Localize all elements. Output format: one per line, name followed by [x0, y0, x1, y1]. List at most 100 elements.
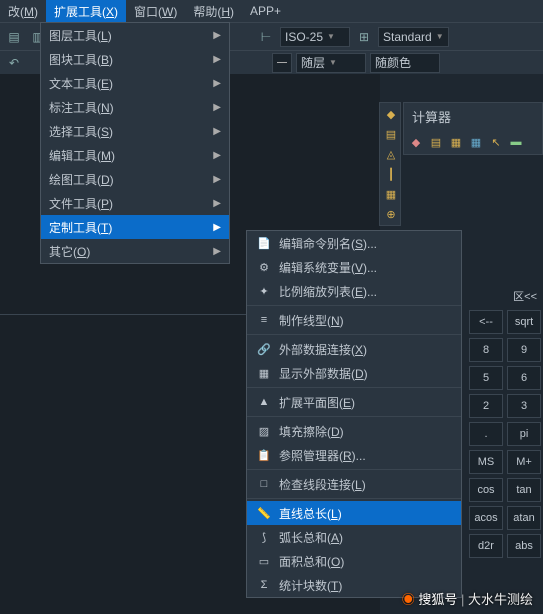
submenu-item-制作线型[interactable]: ≡制作线型(N) [247, 308, 461, 332]
submenu-item-填充擦除[interactable]: ▨填充擦除(D) [247, 419, 461, 443]
calc-btn-2[interactable]: 2 [469, 394, 503, 418]
submenu-item-编辑命令别名[interactable]: 📄编辑命令别名(S)... [247, 231, 461, 255]
menu-帮助[interactable]: 帮助(H) [185, 0, 242, 23]
submenu-item-外部数据连接[interactable]: 🔗外部数据连接(X) [247, 337, 461, 361]
menu-icon: ▭ [255, 553, 273, 569]
calculator-panel: 计算器 ◆▤▦▦↖▬ [403, 102, 543, 155]
calculator-grid: <-- sqrt 895623.piMSM+costanacosatand2ra… [465, 306, 543, 562]
extend-tools-menu: 图层工具(L)▶图块工具(B)▶文本工具(E)▶标注工具(N)▶选择工具(S)▶… [40, 22, 230, 264]
vertical-toolbar: ◆ ▤ ◬ ┃ ▦ ⊕ [379, 102, 401, 226]
vtool-btn-3[interactable]: ┃ [382, 165, 400, 183]
submenu-item-参照管理器[interactable]: 📋参照管理器(R)... [247, 443, 461, 467]
menu-icon: ≡ [255, 312, 273, 328]
menu-icon: ✦ [255, 283, 273, 299]
calc-btn-8[interactable]: 8 [469, 338, 503, 362]
menu-item-定制工具[interactable]: 定制工具(T)▶ [41, 215, 229, 239]
calc-btn-.[interactable]: . [469, 422, 503, 446]
vtool-btn-4[interactable]: ▦ [382, 185, 400, 203]
menu-item-图块工具[interactable]: 图块工具(B)▶ [41, 47, 229, 71]
calc-btn-acos[interactable]: acos [469, 506, 503, 530]
menu-icon: 📏 [255, 505, 273, 521]
menu-窗口[interactable]: 窗口(W) [126, 0, 185, 23]
calc-btn-pi[interactable]: pi [507, 422, 541, 446]
menu-icon: □ [255, 476, 273, 492]
menu-item-文件工具[interactable]: 文件工具(P)▶ [41, 191, 229, 215]
panel-icon-4[interactable]: ↖ [488, 134, 504, 150]
watermark: ◉ 搜狐号 | 大水牛测绘 [402, 589, 533, 608]
menu-item-图层工具[interactable]: 图层工具(L)▶ [41, 23, 229, 47]
vtool-btn-0[interactable]: ◆ [382, 105, 400, 123]
submenu-item-显示外部数据[interactable]: ▦显示外部数据(D) [247, 361, 461, 385]
menu-icon: ▲ [255, 394, 273, 410]
submenu-item-弧长总和[interactable]: ⟆弧长总和(A) [247, 525, 461, 549]
watermark-author: 大水牛测绘 [468, 592, 533, 607]
menu-icon: ⟆ [255, 529, 273, 545]
tb-icon-1[interactable]: ▤ [4, 27, 24, 47]
submenu-item-扩展平面图[interactable]: ▲扩展平面图(E) [247, 390, 461, 414]
chevron-down-icon: ▼ [327, 32, 335, 41]
menubar: 改(M)扩展工具(X)窗口(W)帮助(H)APP+ [0, 0, 543, 22]
menu-icon: ▨ [255, 423, 273, 439]
undo-icon[interactable]: ↶ [4, 53, 24, 73]
line-combo[interactable] [272, 53, 292, 73]
menu-item-绘图工具[interactable]: 绘图工具(D)▶ [41, 167, 229, 191]
menu-item-其它[interactable]: 其它(O)▶ [41, 239, 229, 263]
calc-btn-abs[interactable]: abs [507, 534, 541, 558]
menu-item-文本工具[interactable]: 文本工具(E)▶ [41, 71, 229, 95]
std-combo[interactable]: Standard ▼ [378, 27, 449, 47]
calc-btn-cos[interactable]: cos [469, 478, 503, 502]
menu-item-选择工具[interactable]: 选择工具(S)▶ [41, 119, 229, 143]
menu-icon: Σ [255, 577, 273, 593]
calc-btn-MS[interactable]: MS [469, 450, 503, 474]
menu-改[interactable]: 改(M) [0, 0, 46, 23]
panel-title: 计算器 [404, 103, 542, 130]
std-icon[interactable]: ⊞ [354, 27, 374, 47]
vtool-btn-1[interactable]: ▤ [382, 125, 400, 143]
menu-item-编辑工具[interactable]: 编辑工具(M)▶ [41, 143, 229, 167]
panel-icon-2[interactable]: ▦ [448, 134, 464, 150]
menu-icon: 📄 [255, 235, 273, 251]
vtool-btn-5[interactable]: ⊕ [382, 205, 400, 223]
menu-APP+[interactable]: APP+ [242, 1, 289, 21]
calc-btn-5[interactable]: 5 [469, 366, 503, 390]
panel-icon-1[interactable]: ▤ [428, 134, 444, 150]
calc-btn-atan[interactable]: atan [507, 506, 541, 530]
custom-tools-submenu: 📄编辑命令别名(S)...⚙编辑系统变量(V)...✦比例缩放列表(E)... ≡… [246, 230, 462, 598]
panel-icon-5[interactable]: ▬ [508, 134, 524, 150]
dim-icon[interactable]: ⊢ [256, 27, 276, 47]
submenu-item-检查线段连接[interactable]: □检查线段连接(L) [247, 472, 461, 496]
color-value: 随颜色 [375, 54, 411, 71]
menu-icon: 📋 [255, 447, 273, 463]
calc-btn-d2r[interactable]: d2r [469, 534, 503, 558]
chevron-down-icon: ▼ [436, 32, 444, 41]
menu-icon: ⚙ [255, 259, 273, 275]
color-combo[interactable]: 随颜色 [370, 53, 440, 73]
panel-icon-3[interactable]: ▦ [468, 134, 484, 150]
submenu-item-面积总和[interactable]: ▭面积总和(O) [247, 549, 461, 573]
menu-icon: 🔗 [255, 341, 273, 357]
calc-back-btn[interactable]: <-- [469, 310, 503, 334]
chevron-down-icon: ▼ [329, 58, 337, 67]
menu-扩展工具[interactable]: 扩展工具(X) [46, 0, 126, 23]
submenu-item-直线总长[interactable]: 📏直线总长(L) [247, 501, 461, 525]
menu-icon: ▦ [255, 365, 273, 381]
calc-btn-M+[interactable]: M+ [507, 450, 541, 474]
watermark-brand: 搜狐号 [418, 592, 457, 607]
layer-combo[interactable]: 随层 ▼ [296, 53, 366, 73]
submenu-item-编辑系统变量[interactable]: ⚙编辑系统变量(V)... [247, 255, 461, 279]
std-value: Standard [383, 30, 432, 44]
calc-sqrt-btn[interactable]: sqrt [507, 310, 541, 334]
submenu-item-比例缩放列表[interactable]: ✦比例缩放列表(E)... [247, 279, 461, 303]
calc-btn-9[interactable]: 9 [507, 338, 541, 362]
calc-btn-tan[interactable]: tan [507, 478, 541, 502]
calc-btn-6[interactable]: 6 [507, 366, 541, 390]
iso-combo[interactable]: ISO-25 ▼ [280, 27, 350, 47]
panel-icon-0[interactable]: ◆ [408, 134, 424, 150]
vtool-btn-2[interactable]: ◬ [382, 145, 400, 163]
menu-item-标注工具[interactable]: 标注工具(N)▶ [41, 95, 229, 119]
layer-value: 随层 [301, 54, 325, 71]
calc-btn-3[interactable]: 3 [507, 394, 541, 418]
iso-value: ISO-25 [285, 30, 323, 44]
calc-section-label: 区<< [507, 286, 543, 306]
panel-icon-row: ◆▤▦▦↖▬ [404, 130, 542, 154]
